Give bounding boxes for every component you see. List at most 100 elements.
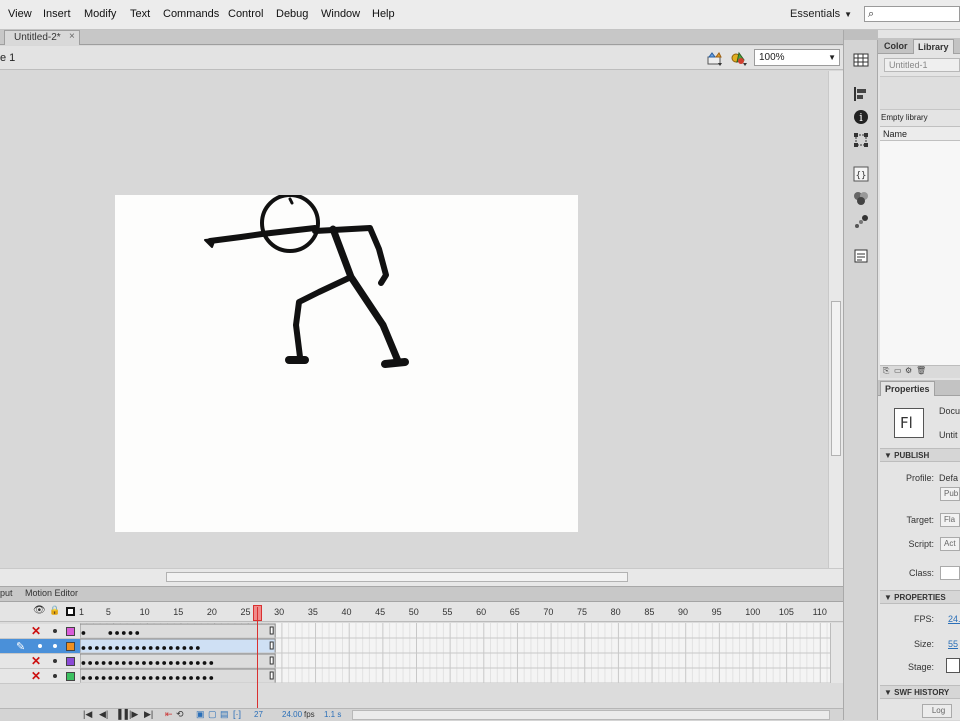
visibility-dot-icon[interactable] xyxy=(38,644,42,648)
edit-multiple-frames-icon[interactable]: ▤ xyxy=(220,709,229,720)
log-button[interactable]: Log xyxy=(922,704,952,718)
lock-toggle-icon[interactable] xyxy=(53,629,57,633)
frame-ruler[interactable]: 1 5 10 15 20 25 30 35 40 45 50 55 60 65 70 75 80 85 90 95 10… xyxy=(0,602,843,622)
keyframe-dot xyxy=(142,646,146,650)
timeline-vertical-scrollbar[interactable] xyxy=(830,623,843,683)
properties-section-header[interactable]: ▼ PROPERTIES xyxy=(880,590,960,604)
step-forward-icon[interactable]: |▶ xyxy=(129,709,138,720)
swf-history-section-header[interactable]: ▼ SWF HISTORY xyxy=(880,685,960,699)
library-list[interactable] xyxy=(880,141,960,365)
scrollbar-thumb[interactable] xyxy=(166,572,628,582)
help-search-input[interactable]: ⌕ xyxy=(864,6,960,22)
timeline-horizontal-scrollbar[interactable] xyxy=(352,710,830,720)
menu-help[interactable]: Help xyxy=(372,8,395,20)
fps-value[interactable]: 24. xyxy=(948,614,960,624)
playhead-line xyxy=(257,607,258,721)
transform-icon[interactable] xyxy=(853,132,869,148)
frame-number-label: 80 xyxy=(610,607,621,617)
loop-icon[interactable]: ⟲ xyxy=(176,709,184,720)
modify-markers-icon[interactable]: [·] xyxy=(233,709,241,719)
edit-scene-icon[interactable] xyxy=(706,50,724,66)
layer-outline-swatch[interactable] xyxy=(66,627,75,636)
collapse-grip[interactable] xyxy=(844,30,879,40)
frame-number-label: 110 xyxy=(812,607,827,617)
workspace-switcher[interactable]: Essentials ▼ xyxy=(790,8,852,20)
menu-insert[interactable]: Insert xyxy=(43,8,71,20)
layer-row[interactable]: ✕ xyxy=(0,669,80,684)
tab-library[interactable]: Library xyxy=(913,39,954,54)
frame-rate-value[interactable]: 24.00 xyxy=(282,710,302,719)
tab-output[interactable]: put xyxy=(0,588,13,598)
document-tab[interactable]: Untitled-2* × xyxy=(4,30,80,45)
frame-number-label: 10 xyxy=(139,607,150,617)
scrollbar-thumb[interactable] xyxy=(831,301,841,456)
menu-window[interactable]: Window xyxy=(321,8,360,20)
publish-section-header[interactable]: ▼ PUBLISH xyxy=(880,448,960,462)
go-to-last-frame-icon[interactable]: ▶| xyxy=(144,709,153,720)
menu-view[interactable]: View xyxy=(8,8,32,20)
stage-vertical-scrollbar[interactable] xyxy=(828,71,843,568)
new-symbol-icon[interactable]: ⎘ xyxy=(883,366,889,376)
script-select[interactable]: Act xyxy=(940,537,960,551)
library-name-column[interactable]: Name xyxy=(880,126,960,141)
play-icon[interactable]: ▐▐ xyxy=(115,709,128,719)
menu-modify[interactable]: Modify xyxy=(84,8,116,20)
timeline-frames[interactable] xyxy=(79,623,830,684)
menu-commands[interactable]: Commands xyxy=(163,8,219,20)
lock-toggle-icon[interactable] xyxy=(53,674,57,678)
current-frame-value[interactable]: 27 xyxy=(254,710,263,719)
go-to-first-frame-icon[interactable]: |◀ xyxy=(83,709,92,720)
keyframe-dot xyxy=(135,676,140,680)
scene-label[interactable]: e 1 xyxy=(0,52,15,64)
stick-figure-drawing[interactable] xyxy=(115,193,578,532)
hidden-layer-icon[interactable]: ✕ xyxy=(31,654,41,668)
stage-color-swatch[interactable] xyxy=(946,658,960,673)
edit-bar: e 1 100% ▼ xyxy=(0,46,843,70)
grid-panel-icon[interactable] xyxy=(853,52,869,68)
menu-text[interactable]: Text xyxy=(130,8,150,20)
frame-grid[interactable] xyxy=(79,623,830,684)
keyframe-dot xyxy=(168,646,173,650)
layer-outline-swatch[interactable] xyxy=(66,672,75,681)
publish-settings-button[interactable]: Pub xyxy=(940,487,960,501)
components-icon[interactable] xyxy=(853,190,869,206)
center-frame-icon[interactable]: ⇤ xyxy=(165,709,173,720)
new-folder-icon[interactable]: ▭ xyxy=(894,366,902,375)
align-panel-icon[interactable] xyxy=(853,86,869,102)
info-icon[interactable]: i xyxy=(853,109,869,125)
stage-horizontal-scrollbar[interactable] xyxy=(0,568,843,586)
onion-outline-icon[interactable]: ▢ xyxy=(208,709,217,720)
close-icon[interactable]: × xyxy=(69,31,75,42)
stage[interactable] xyxy=(115,193,578,532)
zoom-select[interactable]: 100% ▼ xyxy=(754,49,840,66)
layer-outline-swatch[interactable] xyxy=(66,657,75,666)
menu-debug[interactable]: Debug xyxy=(276,8,308,20)
onion-skin-icon[interactable]: ▣ xyxy=(196,709,205,720)
class-input[interactable] xyxy=(940,566,960,580)
tab-motion-editor[interactable]: Motion Editor xyxy=(25,588,78,598)
lock-toggle-icon[interactable] xyxy=(53,659,57,663)
library-document-select[interactable]: Untitled-1 xyxy=(884,58,960,72)
delete-icon[interactable]: 🗑 xyxy=(916,366,926,375)
menu-control[interactable]: Control xyxy=(228,8,263,20)
motion-presets-icon[interactable] xyxy=(853,214,869,230)
movie-explorer-icon[interactable] xyxy=(853,248,869,264)
properties-icon[interactable]: ⚙ xyxy=(905,366,912,375)
target-select[interactable]: Fla xyxy=(940,513,960,527)
layer-row[interactable]: ✕ xyxy=(0,654,80,669)
actions-panel-icon[interactable]: {} xyxy=(853,166,869,182)
size-value[interactable]: 55 xyxy=(948,639,958,649)
hidden-layer-icon[interactable]: ✕ xyxy=(31,669,41,683)
lock-toggle-icon[interactable] xyxy=(53,644,57,648)
hidden-layer-icon[interactable]: ✕ xyxy=(31,624,41,638)
layer-outline-swatch[interactable] xyxy=(66,642,75,651)
keyframe-dot xyxy=(115,661,119,665)
edit-symbols-icon[interactable] xyxy=(730,50,748,66)
step-back-icon[interactable]: ◀| xyxy=(99,709,108,720)
end-frame-marker xyxy=(269,671,274,680)
keyframe-dot xyxy=(195,661,200,665)
tab-properties[interactable]: Properties xyxy=(880,381,935,396)
layer-row[interactable]: ✕ xyxy=(0,624,80,639)
tab-color[interactable]: Color xyxy=(880,39,912,54)
layer-row-selected[interactable]: ✎ xyxy=(0,639,80,654)
